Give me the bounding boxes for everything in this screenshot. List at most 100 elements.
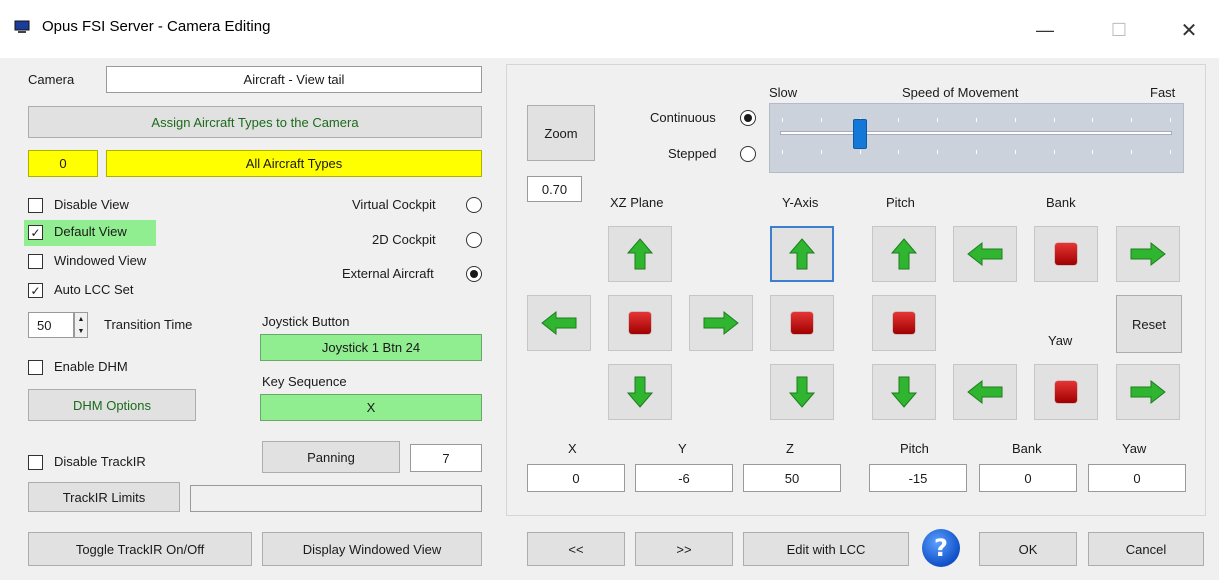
slider-tick bbox=[898, 118, 900, 122]
cancel-button[interactable]: Cancel bbox=[1088, 532, 1204, 566]
aircraft-type-field[interactable]: All Aircraft Types bbox=[106, 150, 482, 177]
joystick-button-label: Joystick Button bbox=[262, 314, 350, 329]
xz-back-button[interactable] bbox=[608, 364, 672, 420]
y-stop-button[interactable] bbox=[770, 295, 834, 351]
pitch-value-field[interactable]: -15 bbox=[869, 464, 967, 492]
xz-stop-button[interactable] bbox=[608, 295, 672, 351]
key-sequence-label: Key Sequence bbox=[262, 374, 347, 389]
disable-trackir-checkbox[interactable] bbox=[28, 455, 43, 470]
x-value-field[interactable]: 0 bbox=[527, 464, 625, 492]
key-sequence-field[interactable]: X bbox=[260, 394, 482, 421]
2d-cockpit-label: 2D Cockpit bbox=[372, 232, 436, 247]
slider-tick bbox=[976, 150, 977, 154]
ok-button[interactable]: OK bbox=[979, 532, 1077, 566]
toggle-trackir-button[interactable]: Toggle TrackIR On/Off bbox=[28, 532, 252, 566]
yaw-left-button[interactable] bbox=[953, 364, 1017, 420]
arrow-right-icon bbox=[1130, 379, 1166, 405]
arrow-up-icon bbox=[788, 238, 816, 270]
default-view-checkbox[interactable]: ✓ bbox=[28, 225, 43, 240]
previous-button[interactable]: << bbox=[527, 532, 625, 566]
slider-tick bbox=[1053, 118, 1055, 122]
yaw-right-button[interactable] bbox=[1116, 364, 1180, 420]
slider-tick bbox=[820, 150, 822, 154]
camera-field[interactable]: Aircraft - View tail bbox=[106, 66, 482, 93]
bank-label: Bank bbox=[1012, 441, 1042, 456]
stop-icon bbox=[629, 312, 651, 334]
virtual-cockpit-radio[interactable] bbox=[466, 197, 482, 213]
slider-tick bbox=[937, 118, 939, 122]
stop-icon bbox=[1055, 381, 1077, 403]
edit-with-lcc-button[interactable]: Edit with LCC bbox=[743, 532, 909, 566]
close-button[interactable]: ✕ bbox=[1166, 10, 1212, 50]
panning-button[interactable]: Panning bbox=[262, 441, 400, 473]
bank-right-button[interactable] bbox=[1116, 226, 1180, 282]
speed-title-label: Speed of Movement bbox=[902, 85, 1019, 100]
arrow-up-icon bbox=[626, 238, 654, 270]
speed-slider[interactable] bbox=[769, 103, 1184, 173]
stop-icon bbox=[1055, 243, 1077, 265]
transition-time-spinner[interactable]: ▲ ▼ bbox=[74, 312, 88, 338]
xz-right-button[interactable] bbox=[689, 295, 753, 351]
trackir-limits-button[interactable]: TrackIR Limits bbox=[28, 482, 180, 512]
slider-tick bbox=[1014, 150, 1016, 154]
zoom-value-field[interactable]: 0.70 bbox=[527, 176, 582, 202]
spinner-down-icon[interactable]: ▼ bbox=[78, 328, 85, 335]
bank-stop-button[interactable] bbox=[1034, 226, 1098, 282]
slider-tick bbox=[782, 118, 783, 122]
panning-value-field[interactable]: 7 bbox=[410, 444, 482, 472]
bank-left-button[interactable] bbox=[953, 226, 1017, 282]
arrow-down-icon bbox=[788, 376, 816, 408]
pitch-stop-button[interactable] bbox=[872, 295, 936, 351]
continuous-radio[interactable] bbox=[740, 110, 756, 126]
external-aircraft-radio-dot bbox=[470, 270, 478, 278]
stepped-radio[interactable] bbox=[740, 146, 756, 162]
xz-left-button[interactable] bbox=[527, 295, 591, 351]
transition-time-input[interactable]: 50 bbox=[28, 312, 74, 338]
pitch-up-button[interactable] bbox=[872, 226, 936, 282]
reset-button[interactable]: Reset bbox=[1116, 295, 1182, 353]
pitch-down-button[interactable] bbox=[872, 364, 936, 420]
speed-slow-label: Slow bbox=[769, 85, 798, 100]
display-windowed-view-button[interactable]: Display Windowed View bbox=[262, 532, 482, 566]
assign-aircraft-button[interactable]: Assign Aircraft Types to the Camera bbox=[28, 106, 482, 138]
enable-dhm-checkbox[interactable] bbox=[28, 360, 43, 375]
slider-tick bbox=[1092, 118, 1094, 122]
disable-trackir-label: Disable TrackIR bbox=[54, 454, 146, 469]
auto-lcc-label: Auto LCC Set bbox=[54, 282, 134, 297]
stepped-label: Stepped bbox=[668, 146, 717, 161]
maximize-button[interactable]: ☐ bbox=[1096, 10, 1142, 50]
continuous-label: Continuous bbox=[650, 110, 716, 125]
yaw-value-field[interactable]: 0 bbox=[1088, 464, 1186, 492]
disable-view-checkbox[interactable] bbox=[28, 198, 43, 213]
y-value-field[interactable]: -6 bbox=[635, 464, 733, 492]
y-axis-label: Y-Axis bbox=[782, 195, 819, 210]
minimize-button[interactable]: — bbox=[1022, 10, 1068, 50]
joystick-button-field[interactable]: Joystick 1 Btn 24 bbox=[260, 334, 482, 361]
help-icon[interactable]: ? bbox=[922, 529, 960, 567]
windowed-view-checkbox[interactable] bbox=[28, 254, 43, 269]
spinner-up-icon[interactable]: ▲ bbox=[78, 316, 85, 323]
transition-time-label: Transition Time bbox=[104, 317, 193, 332]
default-view-label: Default View bbox=[54, 224, 127, 239]
yaw-label: Yaw bbox=[1122, 441, 1147, 456]
auto-lcc-checkbox[interactable]: ✓ bbox=[28, 283, 43, 298]
windowed-view-label: Windowed View bbox=[54, 253, 147, 268]
zoom-button[interactable]: Zoom bbox=[527, 105, 595, 161]
dhm-options-button[interactable]: DHM Options bbox=[28, 389, 196, 421]
xz-plane-label: XZ Plane bbox=[610, 195, 664, 210]
speed-slider-thumb[interactable] bbox=[852, 119, 867, 149]
virtual-cockpit-label: Virtual Cockpit bbox=[352, 197, 436, 212]
external-aircraft-radio[interactable] bbox=[466, 266, 482, 282]
yaw-stop-button[interactable] bbox=[1034, 364, 1098, 420]
next-button[interactable]: >> bbox=[635, 532, 733, 566]
xz-forward-button[interactable] bbox=[608, 226, 672, 282]
y-up-button[interactable] bbox=[770, 226, 834, 282]
arrow-left-icon bbox=[541, 310, 577, 336]
z-value-field[interactable]: 50 bbox=[743, 464, 841, 492]
app-icon bbox=[14, 20, 30, 34]
speed-slider-track bbox=[780, 131, 1172, 135]
2d-cockpit-radio[interactable] bbox=[466, 232, 482, 248]
bank-value-field[interactable]: 0 bbox=[979, 464, 1077, 492]
y-down-button[interactable] bbox=[770, 364, 834, 420]
slider-tick bbox=[1014, 118, 1016, 122]
